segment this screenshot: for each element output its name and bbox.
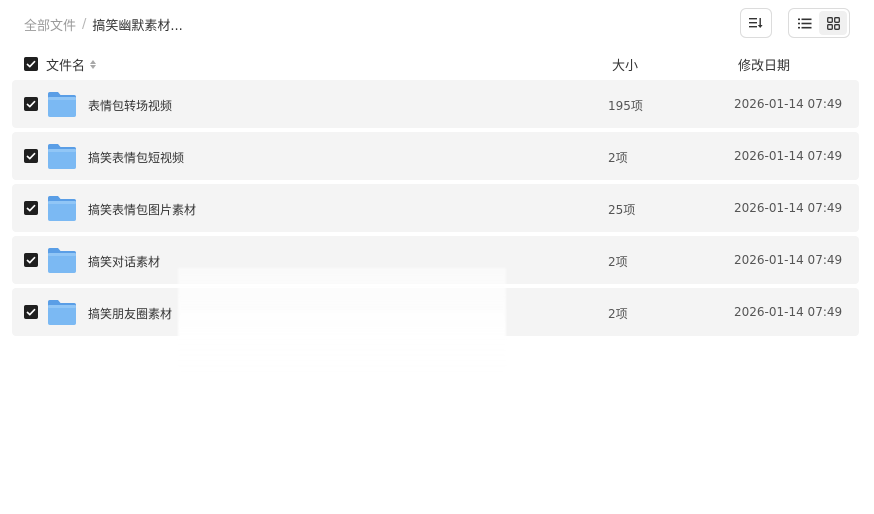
checkmark-icon [26,100,36,108]
row-checkbox[interactable] [24,305,38,319]
list-view-button[interactable] [791,11,819,35]
checkmark-icon [26,60,36,68]
drag-ghost-overlay [178,268,506,373]
file-size: 2项 [608,151,628,165]
view-toggle [788,8,850,38]
checkmark-icon [26,256,36,264]
table-row[interactable]: 搞笑表情包短视频 2项 2026-01-14 07:49 [12,132,859,180]
folder-icon [48,300,76,325]
file-modified-date: 2026-01-14 07:49 [734,305,843,319]
row-checkbox[interactable] [24,253,38,267]
date-column-header[interactable]: 修改日期 [738,55,790,74]
name-column-label: 文件名 [46,59,86,74]
grid-view-button[interactable] [819,11,847,35]
file-modified-date: 2026-01-14 07:49 [734,201,843,215]
breadcrumb-separator: / [82,17,87,32]
sort-caret-icon[interactable] [90,60,97,69]
file-name[interactable]: 搞笑表情包短视频 [88,149,184,166]
table-row[interactable]: 表情包转场视频 195项 2026-01-14 07:49 [12,80,859,128]
folder-icon [48,144,76,169]
file-name[interactable]: 表情包转场视频 [88,97,172,114]
table-row[interactable]: 搞笑表情包图片素材 25项 2026-01-14 07:49 [12,184,859,232]
file-size: 2项 [608,255,628,269]
size-column-header[interactable]: 大小 [612,55,638,74]
file-name[interactable]: 搞笑朋友圈素材 [88,305,172,322]
checkmark-icon [26,204,36,212]
file-name[interactable]: 搞笑表情包图片素材 [88,201,196,218]
breadcrumb-current: 搞笑幽默素材... [92,19,183,34]
row-checkbox[interactable] [24,149,38,163]
table-header: 文件名 大小 修改日期 [12,50,859,78]
file-modified-date: 2026-01-14 07:49 [734,149,843,163]
file-size: 2项 [608,307,628,321]
file-size: 25项 [608,203,636,217]
breadcrumb: 全部文件 / 搞笑幽默素材... [24,15,183,34]
row-checkbox[interactable] [24,201,38,215]
top-bar: 全部文件 / 搞笑幽默素材... [0,0,874,48]
checkmark-icon [26,308,36,316]
file-modified-date: 2026-01-14 07:49 [734,253,843,267]
select-all-checkbox[interactable] [24,57,38,71]
grid-view-icon [826,16,840,30]
file-size: 195项 [608,99,643,113]
name-column-header[interactable]: 文件名 [46,55,97,74]
folder-icon [48,92,76,117]
file-modified-date: 2026-01-14 07:49 [734,97,843,111]
sort-button[interactable] [740,8,772,38]
file-name[interactable]: 搞笑对话素材 [88,253,160,270]
list-view-icon [798,18,812,28]
checkmark-icon [26,152,36,160]
folder-icon [48,196,76,221]
folder-icon [48,248,76,273]
sort-list-icon [749,18,763,28]
breadcrumb-root-link[interactable]: 全部文件 [24,15,76,34]
row-checkbox[interactable] [24,97,38,111]
